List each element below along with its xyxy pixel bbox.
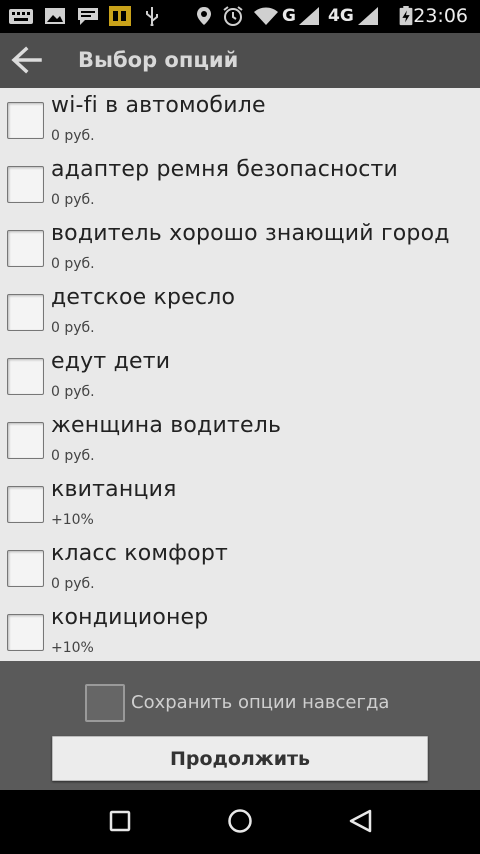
- option-row[interactable]: едут дети 0 руб.: [0, 344, 480, 408]
- recent-apps-button[interactable]: [100, 804, 140, 840]
- bottom-panel: Сохранить опции навсегда Продолжить: [0, 661, 480, 790]
- navigation-bar: [0, 790, 480, 854]
- option-row[interactable]: wi-fi в автомобиле 0 руб.: [0, 88, 480, 152]
- option-label: wi-fi в автомобиле: [51, 93, 266, 118]
- option-price: 0 руб.: [51, 320, 95, 336]
- option-checkbox[interactable]: [7, 294, 44, 331]
- continue-button-label: Продолжить: [169, 747, 311, 770]
- option-label: кондиционер: [51, 605, 209, 630]
- signal-icon: [299, 7, 319, 25]
- option-row[interactable]: детское кресло 0 руб.: [0, 280, 480, 344]
- usb-icon: [146, 7, 158, 26]
- signal-icon: [358, 7, 378, 25]
- options-list: wi-fi в автомобиле 0 руб. адаптер ремня …: [0, 88, 480, 661]
- option-price: 0 руб.: [51, 256, 95, 272]
- option-label: женщина водитель: [51, 413, 282, 438]
- option-row[interactable]: кондиционер +10%: [0, 600, 480, 661]
- option-label: адаптер ремня безопасности: [51, 157, 399, 182]
- option-checkbox[interactable]: [7, 230, 44, 267]
- option-price: +10%: [51, 640, 94, 656]
- back-icon: [349, 809, 372, 833]
- sim-icon: [109, 6, 131, 26]
- clock: 23:06: [413, 5, 468, 27]
- alarm-icon: [223, 6, 243, 26]
- option-price: 0 руб.: [51, 576, 95, 592]
- network-type-label: 4G: [328, 6, 354, 26]
- save-options-label: Сохранить опции навсегда: [131, 692, 390, 713]
- arrow-left-icon: [11, 46, 42, 74]
- back-nav-button[interactable]: [340, 804, 380, 840]
- option-row[interactable]: водитель хорошо знающий город 0 руб.: [0, 216, 480, 280]
- page-title: Выбор опций: [78, 48, 239, 72]
- option-checkbox[interactable]: [7, 166, 44, 203]
- location-icon: [197, 7, 211, 25]
- option-row[interactable]: класс комфорт 0 руб.: [0, 536, 480, 600]
- image-icon: [45, 8, 65, 24]
- notification-icon: [9, 9, 33, 24]
- option-price: 0 руб.: [51, 448, 95, 464]
- option-price: 0 руб.: [51, 128, 95, 144]
- phone-screen: G 4G 23:06 Выбор опций wi-fi в автомобил…: [0, 0, 480, 854]
- chat-icon: [78, 8, 98, 25]
- save-options-checkbox[interactable]: [85, 684, 125, 722]
- option-price: 0 руб.: [51, 192, 95, 208]
- option-label: детское кресло: [51, 285, 236, 310]
- option-row[interactable]: квитанция +10%: [0, 472, 480, 536]
- option-price: +10%: [51, 512, 94, 528]
- recent-apps-icon: [109, 810, 131, 832]
- wifi-icon: [254, 7, 278, 25]
- home-icon: [228, 809, 252, 833]
- option-row[interactable]: женщина водитель 0 руб.: [0, 408, 480, 472]
- option-label: класс комфорт: [51, 541, 229, 566]
- option-checkbox[interactable]: [7, 486, 44, 523]
- home-button[interactable]: [220, 804, 260, 840]
- status-bar: G 4G 23:06: [0, 0, 480, 33]
- option-row[interactable]: адаптер ремня безопасности 0 руб.: [0, 152, 480, 216]
- continue-button[interactable]: Продолжить: [52, 736, 428, 781]
- option-label: едут дети: [51, 349, 171, 374]
- option-label: водитель хорошо знающий город: [51, 221, 450, 246]
- option-checkbox[interactable]: [7, 358, 44, 395]
- network-type-label: G: [282, 6, 296, 26]
- option-checkbox[interactable]: [7, 422, 44, 459]
- option-price: 0 руб.: [51, 384, 95, 400]
- back-button[interactable]: [8, 43, 46, 77]
- action-bar: Выбор опций: [0, 33, 480, 88]
- option-label: квитанция: [51, 477, 177, 502]
- option-checkbox[interactable]: [7, 102, 44, 139]
- option-checkbox[interactable]: [7, 550, 44, 587]
- option-checkbox[interactable]: [7, 614, 44, 651]
